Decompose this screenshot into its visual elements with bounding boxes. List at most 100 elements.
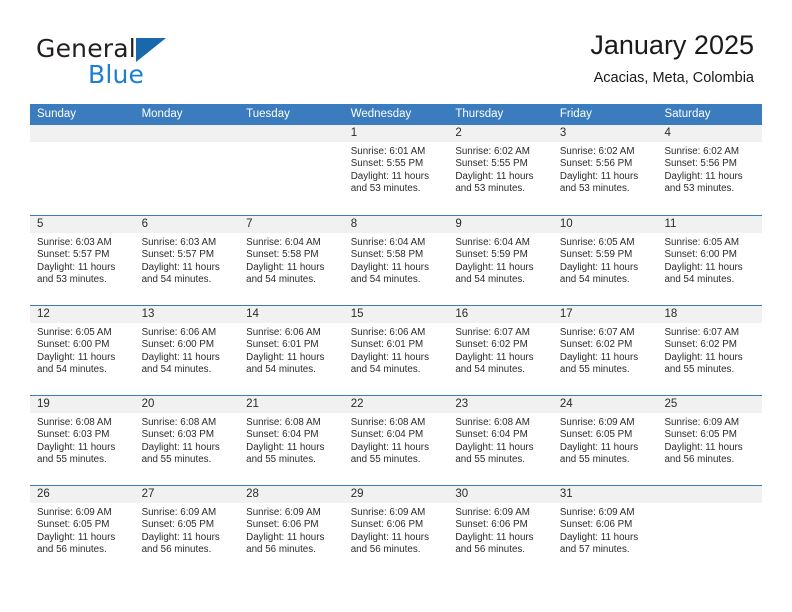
sunrise-text: Sunrise: 6:08 AM — [141, 417, 217, 428]
day-cell[interactable]: 28 Sunrise: 6:09 AM Sunset: 6:06 PM Dayligh… — [239, 486, 344, 575]
day-details: Sunrise: 6:02 AM Sunset: 5:56 PM Daylight:… — [657, 142, 762, 196]
daylight-text-line2: and 55 minutes. — [246, 454, 316, 466]
day-number: 23 — [455, 398, 469, 410]
daylight-text-line1: Daylight: 11 hours — [559, 261, 639, 273]
day-number-band: 18 — [657, 306, 763, 323]
daylight-text-line1: Daylight: 11 hours — [246, 531, 325, 543]
day-number-band: 17 — [552, 306, 658, 323]
weekday-saturday: Saturday — [664, 108, 711, 120]
calendar-page: General Blue January 2025 Acacias, Meta,… — [0, 0, 792, 612]
sunrise-text: Sunrise: 6:04 AM — [455, 237, 530, 248]
day-number-band: 9 — [448, 216, 553, 233]
day-details: Sunrise: 6:09 AM Sunset: 6:05 PM Daylight:… — [553, 413, 658, 467]
daylight-text-line2: and 54 minutes. — [37, 364, 107, 376]
day-cell[interactable]: 10 Sunrise: 6:05 AM Sunset: 5:59 PM Dayligh… — [552, 216, 658, 305]
day-number: 16 — [455, 308, 469, 320]
day-number-band: 14 — [239, 306, 344, 323]
day-cell[interactable]: 9 Sunrise: 6:04 AM Sunset: 5:59 PM Daylight… — [448, 216, 553, 305]
day-cell[interactable]: 22 Sunrise: 6:08 AM Sunset: 6:04 PM Dayligh… — [343, 396, 449, 485]
day-details: Sunrise: 6:04 AM Sunset: 5:58 PM Daylight:… — [239, 233, 344, 287]
day-cell[interactable]: 29 Sunrise: 6:09 AM Sunset: 6:06 PM Dayligh… — [343, 486, 449, 575]
day-cell[interactable]: 30 Sunrise: 6:09 AM Sunset: 6:06 PM Dayligh… — [448, 486, 553, 575]
daylight-text-line1: Daylight: 11 hours — [455, 351, 534, 363]
day-cell[interactable]: 27 Sunrise: 6:09 AM Sunset: 6:05 PM Dayligh… — [134, 486, 240, 575]
daylight-text-line2: and 53 minutes. — [664, 183, 735, 195]
day-number: 21 — [246, 398, 259, 410]
daylight-text-line1: Daylight: 11 hours — [664, 261, 743, 273]
day-details: Sunrise: 6:07 AM Sunset: 6:02 PM Daylight:… — [657, 323, 762, 377]
sunset-text: Sunset: 6:06 PM — [455, 519, 528, 531]
day-cell[interactable]: 24 Sunrise: 6:09 AM Sunset: 6:05 PM Dayligh… — [552, 396, 658, 485]
day-cell-empty — [134, 125, 240, 215]
day-cell[interactable]: 20 Sunrise: 6:08 AM Sunset: 6:03 PM Dayligh… — [134, 396, 240, 485]
day-details: Sunrise: 6:08 AM Sunset: 6:04 PM Daylight:… — [239, 413, 344, 467]
day-cell[interactable]: 7 Sunrise: 6:04 AM Sunset: 5:58 PM Daylight… — [239, 216, 344, 305]
day-cell[interactable]: 14 Sunrise: 6:06 AM Sunset: 6:01 PM Dayligh… — [239, 306, 344, 395]
sunrise-text: Sunrise: 6:02 AM — [664, 146, 740, 157]
day-number-band: 5 — [30, 216, 135, 233]
day-cell[interactable]: 23 Sunrise: 6:08 AM Sunset: 6:04 PM Dayligh… — [448, 396, 553, 485]
day-cell[interactable]: 18 Sunrise: 6:07 AM Sunset: 6:02 PM Dayligh… — [657, 306, 763, 395]
sunrise-text: Sunrise: 6:05 AM — [37, 327, 112, 338]
page-subtitle: Acacias, Meta, Colombia — [593, 70, 754, 86]
sunset-text: Sunset: 6:05 PM — [37, 519, 110, 531]
day-cell-empty — [30, 125, 135, 215]
daylight-text-line1: Daylight: 11 hours — [246, 351, 325, 363]
daylight-text-line2: and 56 minutes. — [350, 544, 421, 556]
sunrise-text: Sunrise: 6:09 AM — [455, 507, 530, 518]
day-number-band: 24 — [552, 396, 658, 413]
daylight-text-line2: and 54 minutes. — [246, 364, 316, 376]
sunset-text: Sunset: 6:05 PM — [559, 429, 633, 441]
day-cell[interactable]: 11 Sunrise: 6:05 AM Sunset: 6:00 PM Dayligh… — [657, 216, 763, 305]
day-cell[interactable]: 12 Sunrise: 6:05 AM Sunset: 6:00 PM Dayligh… — [30, 306, 135, 395]
daylight-text-line1: Daylight: 11 hours — [664, 441, 743, 453]
sunset-text: Sunset: 5:57 PM — [37, 249, 110, 261]
day-number-band: 30 — [448, 486, 553, 503]
daylight-text-line1: Daylight: 11 hours — [559, 351, 639, 363]
sunset-text: Sunset: 5:58 PM — [350, 249, 424, 261]
daylight-text-line1: Daylight: 11 hours — [559, 170, 639, 182]
day-details: Sunrise: 6:09 AM Sunset: 6:06 PM Daylight:… — [553, 503, 658, 557]
day-cell[interactable]: 17 Sunrise: 6:07 AM Sunset: 6:02 PM Dayligh… — [552, 306, 658, 395]
day-number: 1 — [350, 127, 358, 139]
weeks-container: 1 Sunrise: 6:01 AM Sunset: 5:55 PM Daylight… — [30, 125, 763, 575]
day-cell[interactable]: 21 Sunrise: 6:08 AM Sunset: 6:04 PM Dayligh… — [239, 396, 344, 485]
day-cell[interactable]: 8 Sunrise: 6:04 AM Sunset: 5:58 PM Daylight… — [343, 216, 449, 305]
day-cell[interactable]: 19 Sunrise: 6:08 AM Sunset: 6:03 PM Dayligh… — [30, 396, 135, 485]
day-details: Sunrise: 6:03 AM Sunset: 5:57 PM Daylight:… — [30, 233, 135, 287]
day-number-band: 2 — [448, 125, 553, 142]
daylight-text-line1: Daylight: 11 hours — [350, 351, 429, 363]
sunrise-text: Sunrise: 6:09 AM — [664, 417, 740, 428]
sunrise-text: Sunrise: 6:06 AM — [246, 327, 321, 338]
day-details: Sunrise: 6:08 AM Sunset: 6:04 PM Daylight:… — [344, 413, 449, 467]
day-cell[interactable]: 2 Sunrise: 6:02 AM Sunset: 5:55 PM Daylight… — [448, 125, 553, 215]
sunrise-text: Sunrise: 6:09 AM — [141, 507, 217, 518]
daylight-text-line2: and 55 minutes. — [37, 454, 107, 466]
day-cell[interactable]: 13 Sunrise: 6:06 AM Sunset: 6:00 PM Dayligh… — [134, 306, 240, 395]
day-cell[interactable]: 6 Sunrise: 6:03 AM Sunset: 5:57 PM Daylight… — [134, 216, 240, 305]
day-cell[interactable]: 25 Sunrise: 6:09 AM Sunset: 6:05 PM Dayligh… — [657, 396, 763, 485]
day-cell[interactable]: 3 Sunrise: 6:02 AM Sunset: 5:56 PM Daylight… — [552, 125, 658, 215]
daylight-text-line2: and 55 minutes. — [141, 454, 212, 466]
day-number-band: 22 — [343, 396, 449, 413]
day-cell[interactable]: 5 Sunrise: 6:03 AM Sunset: 5:57 PM Daylight… — [30, 216, 135, 305]
day-cell[interactable]: 1 Sunrise: 6:01 AM Sunset: 5:55 PM Daylight… — [343, 125, 449, 215]
day-details: Sunrise: 6:07 AM Sunset: 6:02 PM Daylight:… — [448, 323, 553, 377]
day-cell[interactable]: 31 Sunrise: 6:09 AM Sunset: 6:06 PM Dayligh… — [552, 486, 658, 575]
weekday-thursday: Thursday — [455, 108, 504, 120]
week-row: 1 Sunrise: 6:01 AM Sunset: 5:55 PM Daylight… — [30, 125, 763, 215]
day-cell[interactable]: 26 Sunrise: 6:09 AM Sunset: 6:05 PM Dayligh… — [30, 486, 135, 575]
daylight-text-line1: Daylight: 11 hours — [455, 441, 534, 453]
sunset-text: Sunset: 5:55 PM — [455, 158, 528, 170]
day-cell[interactable]: 16 Sunrise: 6:07 AM Sunset: 6:02 PM Dayligh… — [448, 306, 553, 395]
day-number-band: 19 — [30, 396, 135, 413]
sunset-text: Sunset: 6:03 PM — [141, 429, 215, 441]
brand-name-blue: Blue — [88, 60, 145, 89]
sunrise-text: Sunrise: 6:02 AM — [455, 146, 530, 157]
daylight-text-line2: and 54 minutes. — [246, 274, 316, 286]
day-number-band: 1 — [343, 125, 449, 142]
day-cell[interactable]: 15 Sunrise: 6:06 AM Sunset: 6:01 PM Dayligh… — [343, 306, 449, 395]
day-cell[interactable]: 4 Sunrise: 6:02 AM Sunset: 5:56 PM Daylight… — [657, 125, 763, 215]
brand-logo[interactable]: General Blue — [36, 34, 266, 90]
day-number: 5 — [37, 218, 44, 230]
